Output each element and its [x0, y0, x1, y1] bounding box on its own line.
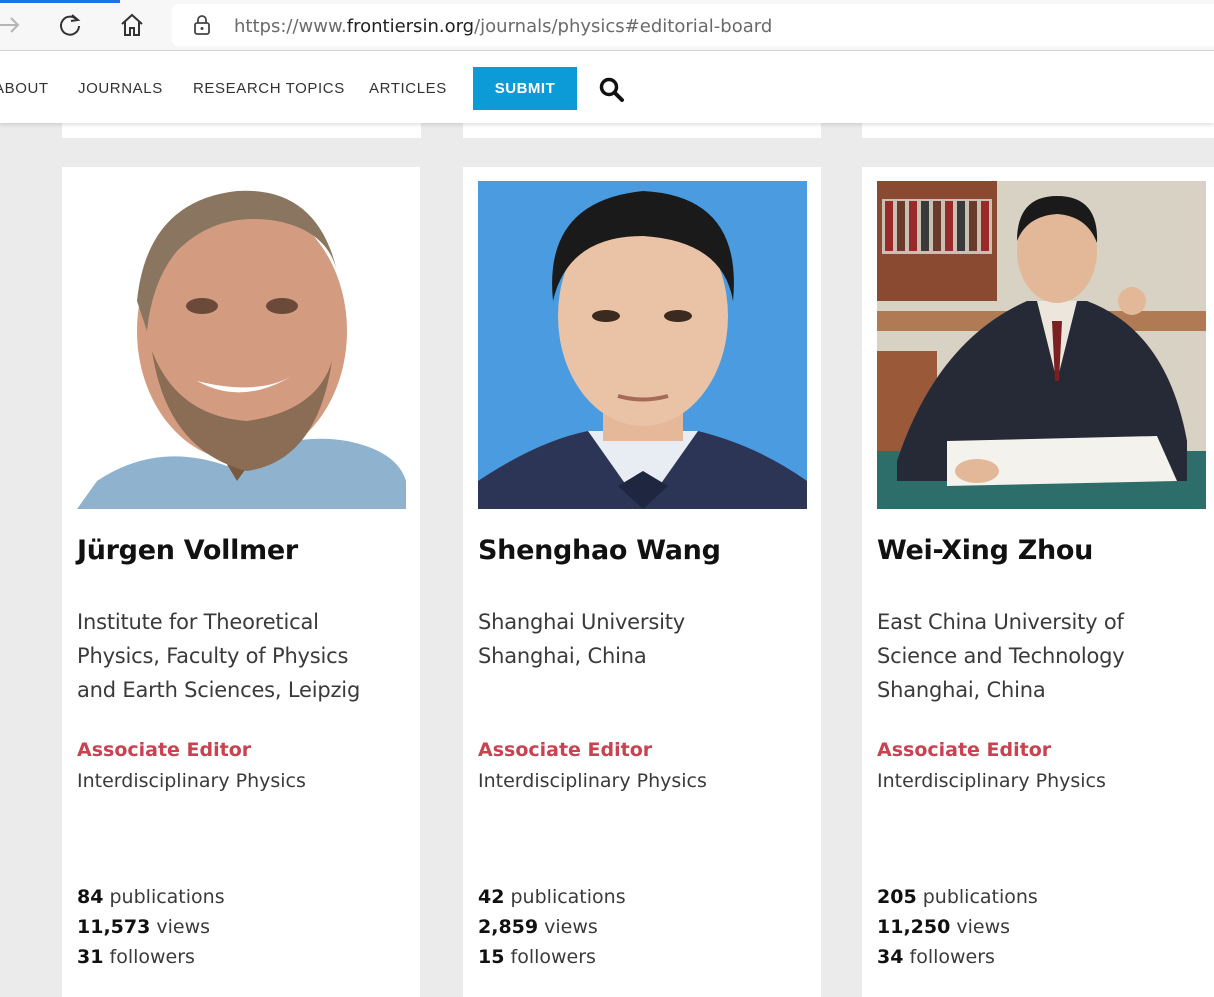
editor-name[interactable]: Wei-Xing Zhou [877, 535, 1093, 566]
editor-stats: 205 publications 11,250 views 34 followe… [877, 882, 1038, 972]
browser-toolbar: https://www.frontiersin.org/journals/phy… [0, 0, 1214, 51]
editor-role: Associate Editor [877, 739, 1052, 761]
editor-name[interactable]: Jürgen Vollmer [77, 535, 298, 566]
lock-icon[interactable] [192, 14, 212, 41]
publications-count: 205 publications [877, 886, 1038, 908]
editor-section: Interdisciplinary Physics [77, 770, 306, 792]
editor-card[interactable]: Jürgen Vollmer Institute for Theoretical… [62, 167, 420, 997]
views-count: 11,250 views [877, 916, 1011, 938]
site-header: ABOUT JOURNALS RESEARCH TOPICS ARTICLES … [0, 51, 1214, 123]
editor-photo[interactable] [877, 181, 1206, 509]
editor-stats: 84 publications 11,573 views 31 follower… [77, 882, 225, 972]
publications-count: 84 publications [77, 886, 225, 908]
followers-count: 15 followers [478, 946, 596, 968]
reload-icon[interactable] [55, 10, 85, 40]
affiliation-line: and Earth Sciences, Leipzig [77, 678, 361, 702]
editor-name[interactable]: Shenghao Wang [478, 535, 721, 566]
affiliation-line: Shanghai University [478, 610, 685, 634]
editor-card[interactable]: Wei-Xing Zhou East China University of S… [862, 167, 1214, 997]
page-load-progress [0, 0, 120, 3]
nav-research-topics[interactable]: RESEARCH TOPICS [193, 80, 345, 97]
editor-role: Associate Editor [478, 739, 653, 761]
affiliation-line: Science and Technology [877, 644, 1125, 668]
affiliation-line: Institute for Theoretical [77, 610, 319, 634]
followers-count: 31 followers [77, 946, 195, 968]
url-path: /journals/physics#editorial-board [474, 16, 773, 37]
nav-journals[interactable]: JOURNALS [78, 80, 163, 97]
views-count: 2,859 views [478, 916, 598, 938]
url-text[interactable]: https://www.frontiersin.org/journals/phy… [234, 16, 772, 37]
affiliation-line: East China University of [877, 610, 1124, 634]
home-icon[interactable] [117, 10, 147, 40]
search-icon[interactable] [598, 76, 626, 104]
editor-section: Interdisciplinary Physics [478, 770, 707, 792]
url-host: frontiersin.org [346, 16, 475, 37]
submit-button[interactable]: SUBMIT [473, 67, 577, 110]
editor-role: Associate Editor [77, 739, 252, 761]
editor-photo[interactable] [478, 181, 807, 509]
url-prefix: https://www. [234, 16, 347, 37]
editor-affiliation: Shanghai University Shanghai, China [478, 605, 798, 673]
forward-arrow-icon[interactable] [0, 10, 24, 40]
affiliation-line: Physics, Faculty of Physics [77, 644, 349, 668]
editor-affiliation: East China University of Science and Tec… [877, 605, 1197, 707]
nav-about[interactable]: ABOUT [0, 80, 49, 97]
editor-photo[interactable] [77, 181, 406, 509]
publications-count: 42 publications [478, 886, 626, 908]
editor-affiliation: Institute for Theoretical Physics, Facul… [77, 605, 397, 707]
address-bar[interactable]: https://www.frontiersin.org/journals/phy… [172, 4, 1214, 46]
editor-section: Interdisciplinary Physics [877, 770, 1106, 792]
affiliation-line: Shanghai, China [478, 644, 647, 668]
editor-card[interactable]: Shenghao Wang Shanghai University Shangh… [463, 167, 821, 997]
followers-count: 34 followers [877, 946, 995, 968]
nav-articles[interactable]: ARTICLES [369, 80, 447, 97]
views-count: 11,573 views [77, 916, 211, 938]
editor-stats: 42 publications 2,859 views 15 followers [478, 882, 626, 972]
affiliation-line: Shanghai, China [877, 678, 1046, 702]
